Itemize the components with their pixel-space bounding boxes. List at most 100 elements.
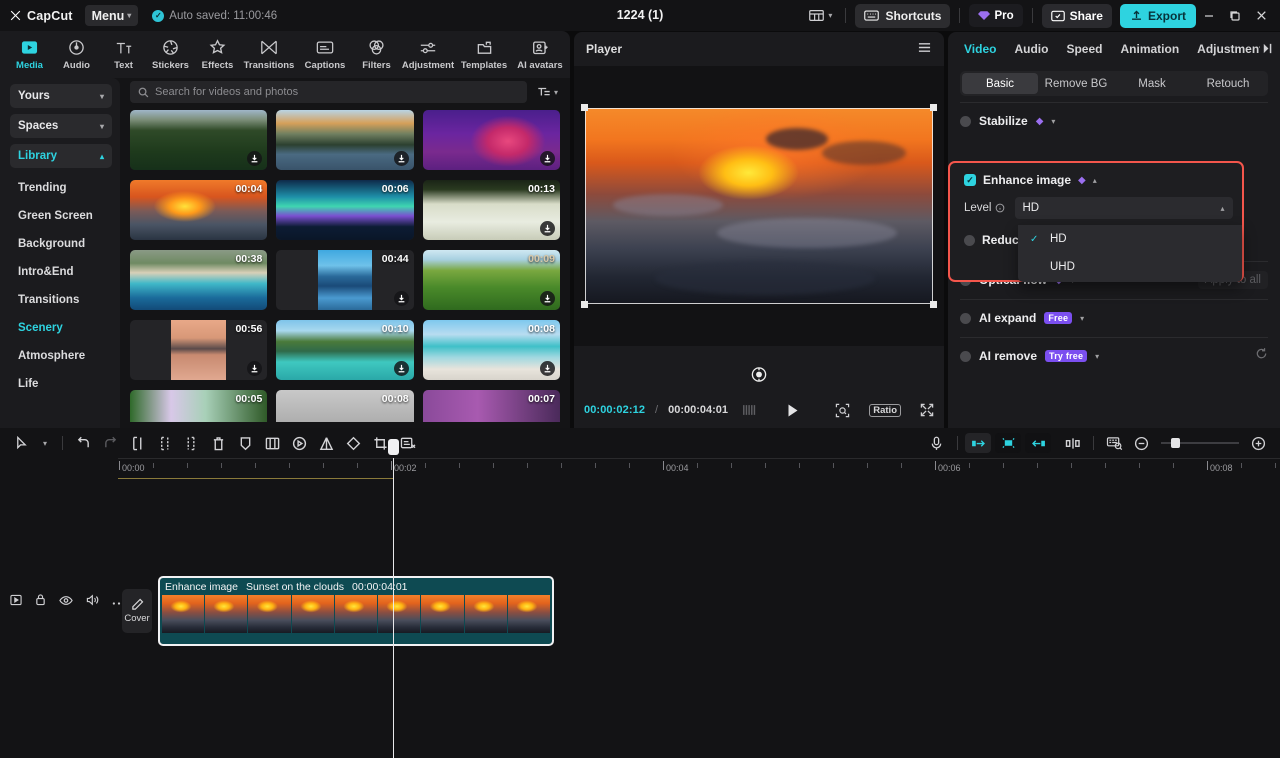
lock-icon[interactable] bbox=[35, 593, 46, 611]
minimize-button[interactable] bbox=[1196, 3, 1222, 29]
media-tile[interactable]: 00:38 bbox=[130, 250, 267, 310]
download-icon[interactable] bbox=[394, 291, 409, 306]
zoom-in-button[interactable] bbox=[1245, 431, 1272, 455]
ratio-button[interactable]: Ratio bbox=[869, 404, 901, 417]
media-tile[interactable] bbox=[423, 110, 560, 170]
tab-video[interactable]: Video bbox=[964, 42, 996, 56]
segment-remove-bg[interactable]: Remove BG bbox=[1038, 73, 1114, 94]
select-tool-button[interactable] bbox=[8, 431, 35, 455]
segment-retouch[interactable]: Retouch bbox=[1190, 73, 1266, 94]
keyframe-in-button[interactable] bbox=[965, 433, 991, 453]
playhead[interactable] bbox=[393, 458, 394, 758]
rotate-button[interactable] bbox=[751, 366, 768, 383]
reduce-toggle[interactable] bbox=[964, 235, 975, 246]
select-dropdown-button[interactable]: ▾ bbox=[35, 431, 55, 455]
sidebar-dropdown-library[interactable]: Library ▴ bbox=[10, 144, 112, 168]
mirror-button[interactable] bbox=[259, 431, 286, 455]
chevron-up-icon[interactable]: ▴ bbox=[1093, 176, 1097, 185]
property-row-stabilize[interactable]: Stabilize ◆ ▾ bbox=[960, 102, 1268, 140]
tabs-more-button[interactable] bbox=[1261, 42, 1274, 58]
media-tile[interactable] bbox=[130, 110, 267, 170]
nav-tab-audio[interactable]: Audio bbox=[53, 32, 100, 77]
chevron-down-icon[interactable]: ▾ bbox=[1051, 117, 1055, 126]
media-tile[interactable]: 00:10 bbox=[276, 320, 413, 380]
timeline-clip[interactable]: Enhance image Sunset on the clouds 00:00… bbox=[158, 576, 554, 646]
tab-adjustment[interactable]: Adjustment bbox=[1197, 42, 1260, 56]
resize-handle-bl[interactable] bbox=[581, 301, 588, 308]
keyframe-out-button[interactable] bbox=[1025, 433, 1051, 453]
flip-button[interactable] bbox=[313, 431, 340, 455]
chevron-down-icon[interactable]: ▾ bbox=[1095, 352, 1099, 361]
resize-handle-tl[interactable] bbox=[581, 104, 588, 111]
fullscreen-button[interactable] bbox=[920, 403, 934, 417]
split-marker-button[interactable] bbox=[1059, 431, 1086, 455]
zoom-out-button[interactable] bbox=[1128, 431, 1155, 455]
delete-button[interactable] bbox=[205, 431, 232, 455]
preview-button[interactable] bbox=[1101, 431, 1128, 455]
media-tile[interactable]: 00:44 bbox=[276, 250, 413, 310]
segment-mask[interactable]: Mask bbox=[1114, 73, 1190, 94]
download-icon[interactable] bbox=[540, 151, 555, 166]
media-tile[interactable]: 00:13 bbox=[423, 180, 560, 240]
tab-speed[interactable]: Speed bbox=[1066, 42, 1102, 56]
player-menu-button[interactable] bbox=[917, 41, 932, 57]
split-button[interactable] bbox=[124, 431, 151, 455]
media-tile[interactable]: 00:08 bbox=[276, 390, 413, 422]
search-input[interactable]: Search for videos and photos bbox=[130, 81, 527, 103]
nav-tab-adjustment[interactable]: Adjustment bbox=[400, 32, 456, 77]
media-tile[interactable]: 00:09 bbox=[423, 250, 560, 310]
media-tile[interactable]: 00:06 bbox=[276, 180, 413, 240]
undo-button[interactable] bbox=[70, 431, 97, 455]
nav-tab-text[interactable]: Text bbox=[100, 32, 147, 77]
chevron-down-icon[interactable]: ▾ bbox=[1080, 314, 1084, 323]
trim-right-button[interactable] bbox=[178, 431, 205, 455]
zoom-fit-button[interactable] bbox=[835, 403, 850, 418]
timeline-zoom-slider[interactable] bbox=[1161, 442, 1239, 444]
shortcuts-button[interactable]: Shortcuts bbox=[855, 4, 950, 28]
level-select[interactable]: HD ▴ bbox=[1015, 197, 1233, 219]
property-row-ai-remove[interactable]: AI remove Try free ▾ bbox=[960, 337, 1268, 375]
nav-tab-ai-avatars[interactable]: AI avatars bbox=[512, 32, 568, 77]
resize-handle-tr[interactable] bbox=[930, 104, 937, 111]
enhance-image-toggle[interactable]: ✓ bbox=[964, 174, 976, 186]
media-tile[interactable] bbox=[276, 110, 413, 170]
media-tile[interactable]: 00:04 bbox=[130, 180, 267, 240]
redo-button[interactable] bbox=[97, 431, 124, 455]
download-icon[interactable] bbox=[394, 151, 409, 166]
menu-button[interactable]: Menu ▾ bbox=[85, 5, 139, 26]
download-icon[interactable] bbox=[394, 361, 409, 376]
maximize-button[interactable] bbox=[1222, 3, 1248, 29]
sidebar-item-intro-end[interactable]: Intro&End bbox=[10, 258, 112, 286]
play-button[interactable] bbox=[786, 403, 800, 418]
property-row-ai-expand[interactable]: AI expand Free ▾ bbox=[960, 299, 1268, 337]
media-tile[interactable]: 00:08 bbox=[423, 320, 560, 380]
download-icon[interactable] bbox=[540, 291, 555, 306]
info-icon[interactable] bbox=[995, 203, 1005, 213]
sidebar-dropdown-spaces[interactable]: Spaces ▾ bbox=[10, 114, 112, 138]
sidebar-item-transitions[interactable]: Transitions bbox=[10, 286, 112, 314]
cover-button[interactable]: Cover bbox=[122, 589, 152, 633]
rotate-clip-button[interactable] bbox=[340, 431, 367, 455]
auto-cut-button[interactable] bbox=[995, 433, 1021, 453]
download-icon[interactable] bbox=[540, 361, 555, 376]
timeline-ruler[interactable]: 00:00 00:02 00:04 00:06 00:08 bbox=[118, 458, 1280, 478]
media-tile[interactable]: 00:05 bbox=[130, 390, 267, 422]
reset-button[interactable] bbox=[1255, 347, 1268, 365]
nav-tab-captions[interactable]: Captions bbox=[297, 32, 353, 77]
sidebar-item-background[interactable]: Background bbox=[10, 230, 112, 258]
mic-button[interactable] bbox=[923, 431, 950, 455]
mark-button[interactable] bbox=[232, 431, 259, 455]
nav-tab-filters[interactable]: Filters bbox=[353, 32, 400, 77]
speaker-icon[interactable] bbox=[86, 593, 99, 611]
sidebar-item-trending[interactable]: Trending bbox=[10, 174, 112, 202]
media-tile[interactable]: 00:07 bbox=[423, 390, 560, 422]
frames-button[interactable] bbox=[742, 404, 758, 416]
media-tile[interactable]: 00:56 bbox=[130, 320, 267, 380]
trim-left-button[interactable] bbox=[151, 431, 178, 455]
level-option-uhd[interactable]: UHD bbox=[1018, 253, 1242, 281]
level-option-hd[interactable]: ✓ HD bbox=[1018, 225, 1242, 253]
sidebar-item-atmosphere[interactable]: Atmosphere bbox=[10, 342, 112, 370]
enhance-image-header[interactable]: ✓ Enhance image ◆ ▴ bbox=[950, 163, 1242, 187]
player-stage[interactable] bbox=[574, 66, 944, 346]
sidebar-item-scenery[interactable]: Scenery bbox=[10, 314, 112, 342]
